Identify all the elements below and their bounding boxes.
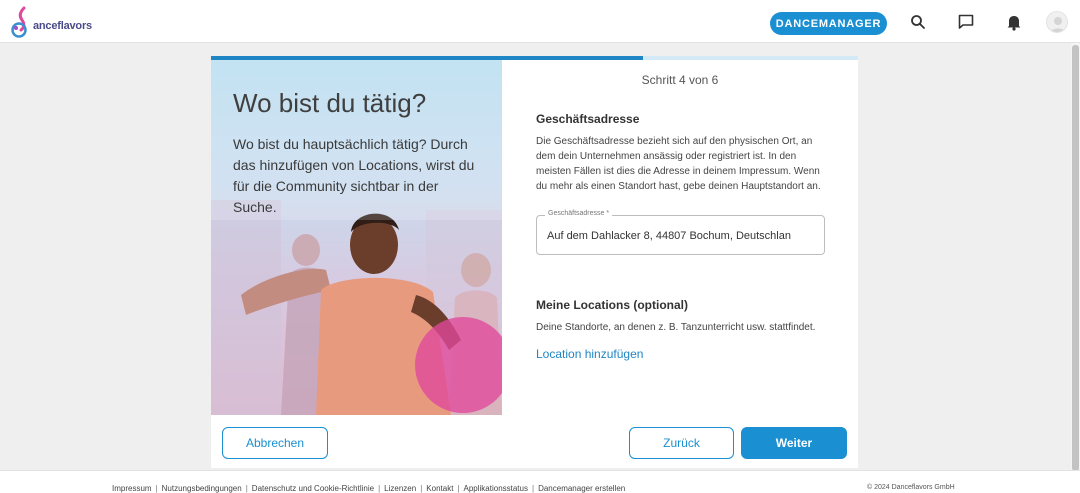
footer-link[interactable]: Kontakt <box>426 484 453 493</box>
top-navbar: anceflavors DANCEMANAGER <box>0 0 1080 43</box>
footer-link[interactable]: Dancemanager erstellen <box>538 484 625 493</box>
back-button[interactable]: Zurück <box>629 427 734 459</box>
business-address-description: Die Geschäftsadresse bezieht sich auf de… <box>536 136 821 192</box>
chat-icon[interactable] <box>956 12 976 32</box>
scrollbar-thumb[interactable] <box>1072 45 1079 471</box>
next-button[interactable]: Weiter <box>741 427 847 459</box>
footer-separator: | <box>378 484 381 493</box>
footer-separator: | <box>155 484 158 493</box>
footer-link[interactable]: Impressum <box>112 484 152 493</box>
step-indicator: Schritt 4 von 6 <box>641 73 719 87</box>
footer-link[interactable]: Nutzungsbedingungen <box>162 484 242 493</box>
business-address-input[interactable] <box>547 228 819 244</box>
copyright-text: © 2024 Danceflavors GmbH <box>867 484 955 491</box>
footer-separator: | <box>245 484 248 493</box>
danceflavors-logo[interactable]: anceflavors <box>10 6 92 38</box>
logo-mark-icon <box>11 6 27 38</box>
footer-separator: | <box>420 484 423 493</box>
add-location-link[interactable]: Location hinzufügen <box>536 347 643 361</box>
footer-links: Impressum | Nutzungsbedingungen | Datenschut… <box>112 484 625 493</box>
hero-description: Wo bist du hauptsächlich tätig? Durch da… <box>233 136 475 215</box>
user-avatar-icon[interactable] <box>1046 11 1068 33</box>
hero-image-panel: Wo bist du tätig? Wo bist du hauptsächli… <box>211 60 502 415</box>
business-address-label: Geschäftsadresse * <box>545 210 613 217</box>
page-scrollbar[interactable] <box>1071 43 1080 473</box>
locations-heading: Meine Locations (optional) <box>536 298 688 312</box>
footer: Impressum | Nutzungsbedingungen | Datenschut… <box>0 470 1080 493</box>
business-address-heading: Geschäftsadresse <box>536 112 640 126</box>
onboarding-card: Wo bist du tätig? Wo bist du hauptsächli… <box>211 56 858 468</box>
footer-link[interactable]: Applikationsstatus <box>464 484 528 493</box>
page-title: Wo bist du tätig? <box>233 88 427 118</box>
search-icon[interactable] <box>908 12 928 32</box>
cancel-button[interactable]: Abbrechen <box>222 427 328 459</box>
dancemanager-button[interactable]: DANCEMANAGER <box>770 12 887 35</box>
footer-link[interactable]: Datenschutz und Cookie-Richtlinie <box>252 484 374 493</box>
bell-icon[interactable] <box>1004 12 1024 32</box>
business-address-field[interactable]: Geschäftsadresse * <box>536 210 825 255</box>
footer-separator: | <box>531 484 535 493</box>
locations-description: Deine Standorte, an denen z. B. Tanzunte… <box>536 322 816 333</box>
footer-link[interactable]: Lizenzen <box>384 484 416 493</box>
logo-text: anceflavors <box>33 20 92 32</box>
footer-separator: | <box>457 484 460 493</box>
